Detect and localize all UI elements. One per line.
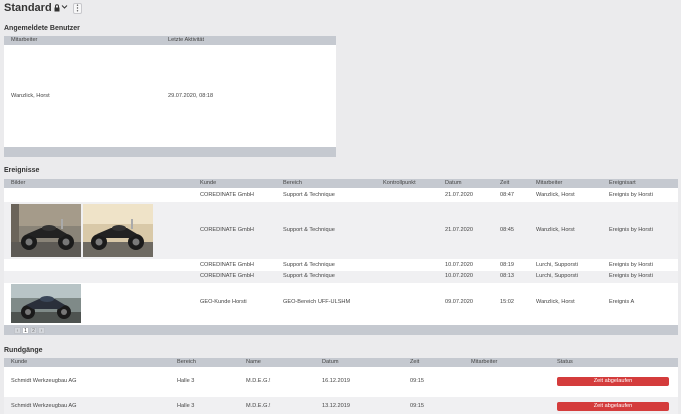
cell-name: M.D.E.G.!	[246, 378, 271, 384]
motorcycle-photo	[11, 284, 81, 323]
cell-mitarbeiter: Lurchi, Supporsti	[536, 262, 578, 268]
column-header[interactable]: Zeit	[410, 358, 419, 367]
column-header[interactable]: Kontrollpunkt	[383, 179, 416, 188]
cell-kunde: COREDINATE GmbH	[200, 273, 254, 279]
cell-datum: 21.07.2020	[445, 227, 473, 233]
events-table: Bilder Kunde Bereich Kontrollpunkt Datum…	[4, 179, 678, 335]
cell-aktivitaet: 29.07.2020, 08:18	[168, 93, 214, 99]
pagination-page-2[interactable]: 2	[30, 326, 37, 334]
status-badge: Zeit abgelaufen	[557, 377, 669, 386]
table-header: Mitarbeiter Letzte Aktivität	[4, 36, 336, 45]
pagination: ‹ 1 2 ›	[14, 326, 46, 334]
page-title: Standard	[4, 2, 52, 14]
event-photo-thumbnail[interactable]	[11, 284, 81, 323]
table-row[interactable]: Schmidt Werkzeugbau AG Halle 3 M.D.E.G.!…	[4, 397, 678, 414]
cell-mitarbeiter: Wanzlick, Horst	[11, 93, 50, 99]
cell-zeit: 08:47	[500, 192, 514, 198]
cell-kunde: Schmidt Werkzeugbau AG	[11, 378, 77, 384]
cell-bereich: Support & Technique	[283, 273, 335, 279]
table-row[interactable]: COREDINATE GmbH Support & Technique 10.0…	[4, 271, 678, 283]
cell-mitarbeiter: Lurchi, Supporsti	[536, 273, 578, 279]
logged-users-table: Mitarbeiter Letzte Aktivität Wanzlick, H…	[4, 36, 336, 157]
pagination-prev-button[interactable]: ‹	[14, 326, 21, 334]
cell-bereich: GEO-Bereich UFF-ULSHM	[283, 299, 351, 305]
column-header[interactable]: Bilder	[11, 179, 25, 188]
more-vertical-icon	[76, 4, 78, 12]
table-row[interactable]: Wanzlick, Horst 29.07.2020, 08:18	[4, 91, 336, 101]
logged-users-title: Angemeldete Benutzer	[4, 25, 80, 32]
motorcycle-photo	[11, 204, 81, 257]
table-footer: ‹ 1 2 ›	[4, 325, 678, 335]
status-badge: Zeit abgelaufen	[557, 402, 669, 411]
column-header[interactable]: Kunde	[200, 179, 216, 188]
cell-zeit: 08:19	[500, 262, 514, 268]
column-header[interactable]: Mitarbeiter	[471, 358, 497, 367]
table-row[interactable]: COREDINATE GmbH Support & Technique 21.0…	[4, 202, 678, 259]
cell-zeit: 15:02	[500, 299, 514, 305]
cell-zeit: 09:15	[410, 403, 424, 409]
table-header: Bilder Kunde Bereich Kontrollpunkt Datum…	[4, 179, 678, 188]
cell-datum: 10.07.2020	[445, 273, 473, 279]
cell-datum: 13.12.2019	[322, 403, 350, 409]
column-header[interactable]: Ereignisart	[609, 179, 636, 188]
column-header[interactable]: Name	[246, 358, 261, 367]
cell-kunde: COREDINATE GmbH	[200, 227, 254, 233]
cell-kunde: COREDINATE GmbH	[200, 262, 254, 268]
cell-mitarbeiter: Wanzlick, Horst	[536, 192, 575, 198]
event-photo-thumbnail[interactable]	[83, 204, 153, 257]
column-header[interactable]: Datum	[445, 179, 461, 188]
cell-ereignisart: Ereignis by Horsti	[609, 273, 653, 279]
dashboard-header: Standard	[4, 1, 82, 15]
table-header: Kunde Bereich Name Datum Zeit Mitarbeite…	[4, 358, 678, 367]
cell-datum: 21.07.2020	[445, 192, 473, 198]
cell-zeit: 09:15	[410, 378, 424, 384]
cell-zeit: 08:45	[500, 227, 514, 233]
column-header[interactable]: Bereich	[283, 179, 302, 188]
cell-mitarbeiter: Wanzlick, Horst	[536, 299, 575, 305]
column-header[interactable]: Letzte Aktivität	[168, 36, 204, 45]
column-header[interactable]: Zeit	[500, 179, 509, 188]
table-row[interactable]: GEO-Kunde Horsti GEO-Bereich UFF-ULSHM 0…	[4, 283, 678, 325]
column-header[interactable]: Bereich	[177, 358, 196, 367]
cell-bereich: Support & Technique	[283, 262, 335, 268]
rounds-title: Rundgänge	[4, 347, 43, 354]
motorcycle-photo	[83, 204, 153, 257]
cell-ereignisart: Ereignis by Horsti	[609, 192, 653, 198]
chevron-down-icon[interactable]	[61, 4, 68, 12]
cell-bereich: Support & Technique	[283, 192, 335, 198]
table-footer	[4, 147, 336, 157]
column-header[interactable]: Mitarbeiter	[536, 179, 562, 188]
cell-datum: 10.07.2020	[445, 262, 473, 268]
cell-kunde: COREDINATE GmbH	[200, 192, 254, 198]
column-header[interactable]: Kunde	[11, 358, 27, 367]
cell-kunde: GEO-Kunde Horsti	[200, 299, 247, 305]
cell-bereich: Support & Technique	[283, 227, 335, 233]
lock-icon	[54, 4, 60, 12]
column-header[interactable]: Datum	[322, 358, 338, 367]
cell-ereignisart: Ereignis A	[609, 299, 635, 305]
cell-datum: 09.07.2020	[445, 299, 473, 305]
column-header[interactable]: Mitarbeiter	[11, 36, 37, 45]
pagination-page-1[interactable]: 1	[22, 326, 29, 334]
cell-bereich: Halle 3	[177, 378, 195, 384]
events-title: Ereignisse	[4, 167, 40, 174]
cell-ereignisart: Ereignis by Horsti	[609, 262, 653, 268]
event-photo-thumbnail[interactable]	[11, 204, 81, 257]
column-header[interactable]: Status	[557, 358, 573, 367]
rounds-table: Kunde Bereich Name Datum Zeit Mitarbeite…	[4, 358, 678, 414]
table-row[interactable]: COREDINATE GmbH Support & Technique 10.0…	[4, 260, 678, 271]
cell-bereich: Halle 3	[177, 403, 195, 409]
dashboard-menu-button[interactable]	[72, 2, 82, 14]
table-row[interactable]: Schmidt Werkzeugbau AG Halle 3 M.D.E.G.!…	[4, 374, 678, 389]
pagination-next-button[interactable]: ›	[38, 326, 45, 334]
cell-ereignisart: Ereignis by Horsti	[609, 227, 653, 233]
cell-mitarbeiter: Wanzlick, Horst	[536, 227, 575, 233]
cell-kunde: Schmidt Werkzeugbau AG	[11, 403, 77, 409]
cell-datum: 16.12.2019	[322, 378, 350, 384]
table-row[interactable]: COREDINATE GmbH Support & Technique 21.0…	[4, 190, 678, 200]
cell-zeit: 08:13	[500, 273, 514, 279]
cell-name: M.D.E.G.!	[246, 403, 271, 409]
